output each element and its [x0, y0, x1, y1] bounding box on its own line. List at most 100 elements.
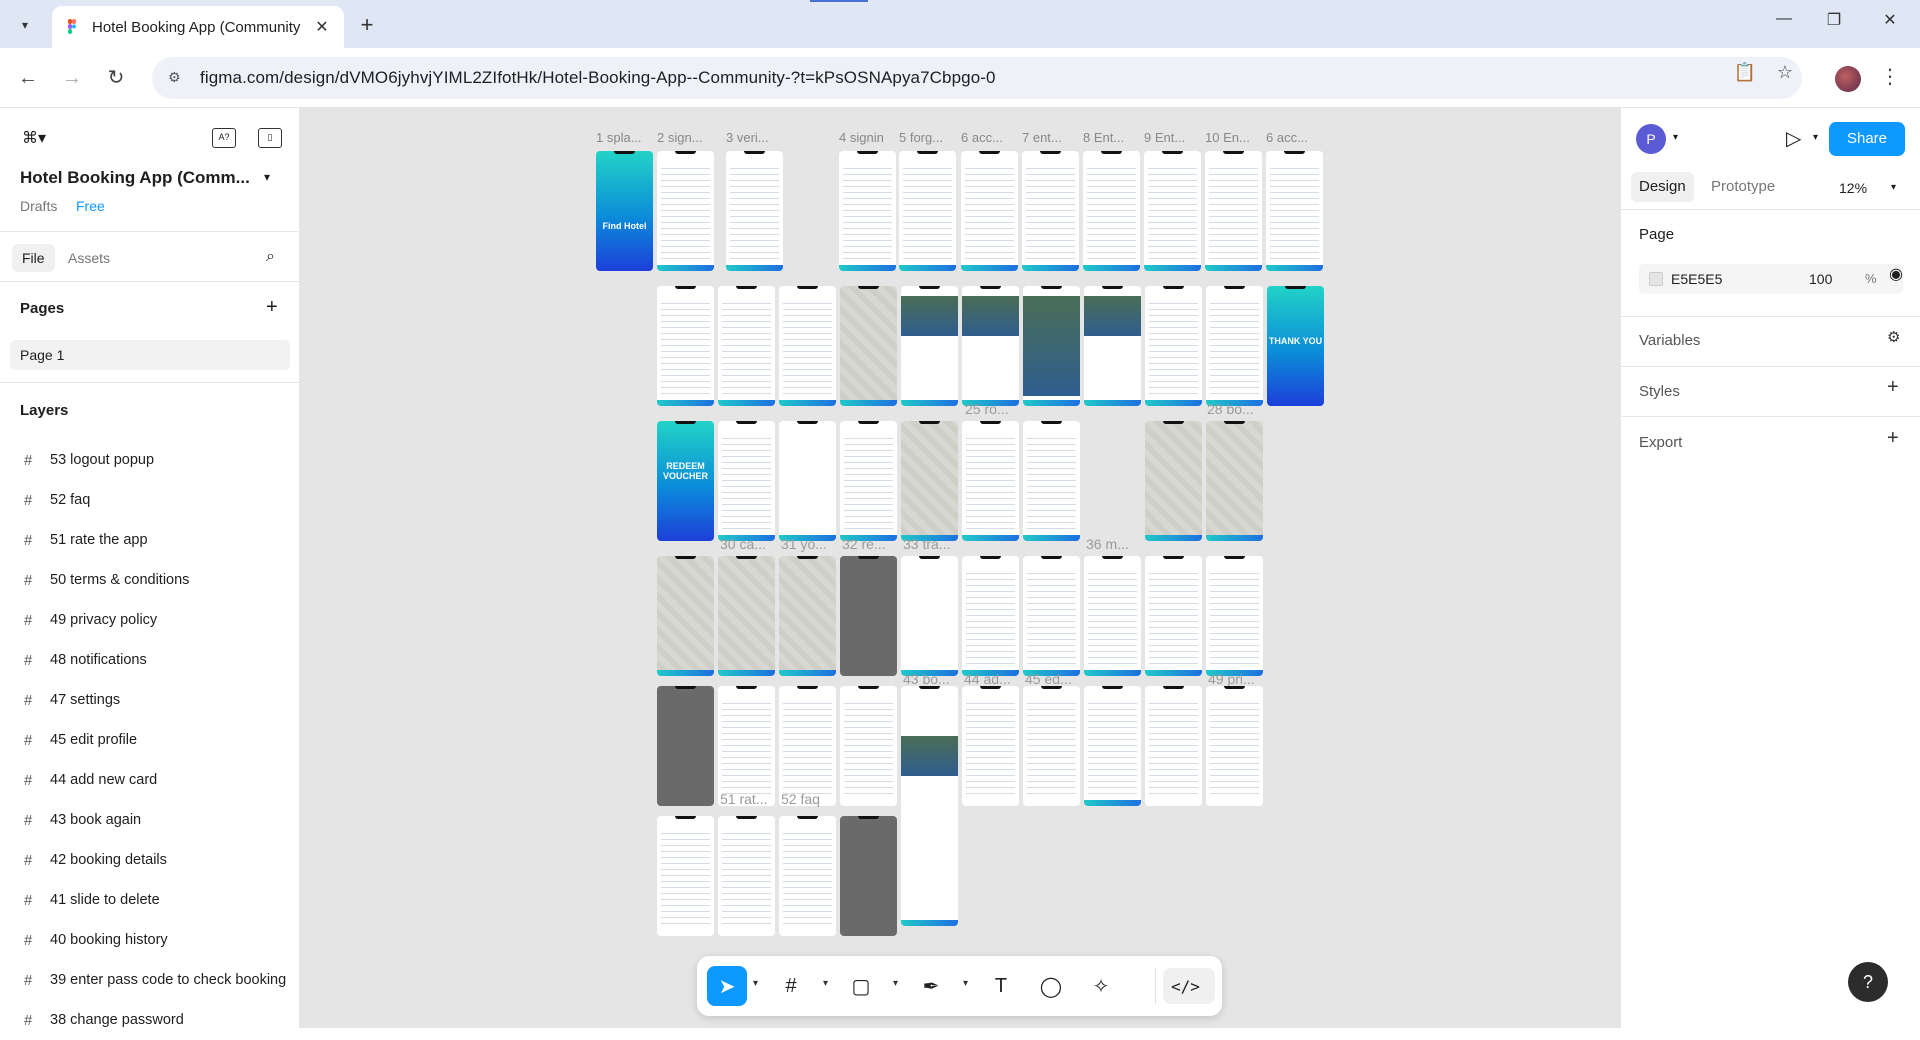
tab-file[interactable]: File — [12, 244, 55, 272]
add-page-icon[interactable]: + — [266, 296, 278, 319]
frame-booking-history[interactable] — [718, 686, 775, 806]
frame-label[interactable]: 3 veri... — [726, 130, 769, 145]
layer-item[interactable]: #49 privacy policy — [0, 600, 300, 640]
frame-settings[interactable] — [1084, 686, 1141, 806]
frame-payment[interactable] — [1206, 286, 1263, 406]
frame-redeem-voucher[interactable]: REDEEM VOUCHER — [657, 421, 714, 541]
share-button[interactable]: Share — [1829, 122, 1905, 156]
frame-label[interactable]: 2 sign... — [657, 130, 703, 145]
frame-map[interactable] — [1145, 421, 1202, 541]
new-tab-button[interactable]: + — [354, 12, 380, 38]
back-icon[interactable]: ← — [14, 64, 42, 92]
pen-tool-icon[interactable]: ✒ — [911, 966, 951, 1006]
browser-profile-avatar[interactable] — [1835, 66, 1861, 92]
frame-screen[interactable] — [1266, 151, 1323, 271]
frame-booking-history[interactable] — [779, 686, 836, 806]
page-opacity[interactable]: 100 — [1809, 271, 1832, 287]
frame-profile[interactable] — [1084, 556, 1141, 676]
comment-tool-icon[interactable]: ◯ — [1031, 966, 1071, 1006]
dev-mode-toggle[interactable]: </> — [1163, 968, 1215, 1004]
zoom-level[interactable]: 12% — [1839, 180, 1867, 196]
clipboard-icon[interactable]: 📋 — [1730, 62, 1760, 83]
page-color-hex[interactable]: E5E5E5 — [1671, 271, 1722, 287]
minimize-icon[interactable]: — — [1764, 10, 1804, 28]
eye-icon[interactable]: ◉ — [1889, 264, 1903, 284]
frame-change-password[interactable] — [1206, 556, 1263, 676]
frame-screen[interactable] — [962, 421, 1019, 541]
frame-notifications[interactable] — [1145, 686, 1202, 806]
layer-item[interactable]: #45 edit profile — [0, 720, 300, 760]
frame-splash[interactable]: Find Hotel — [596, 151, 653, 271]
frame-label[interactable]: 4 signin — [839, 130, 884, 145]
search-icon[interactable]: ⌕ — [266, 248, 275, 266]
frame-screen[interactable] — [1144, 151, 1201, 271]
reload-icon[interactable]: ↻ — [102, 64, 130, 92]
frame-screen[interactable] — [961, 151, 1018, 271]
frame-thank-you[interactable]: THANK YOU — [1267, 286, 1324, 406]
frame-track[interactable] — [901, 556, 958, 676]
frame-map[interactable] — [840, 286, 897, 406]
browser-tab[interactable]: Hotel Booking App (Community ✕ — [52, 6, 344, 48]
frame-hotel-detail[interactable] — [901, 286, 958, 406]
frame-room[interactable] — [962, 286, 1019, 406]
frame-label[interactable]: 5 forg... — [899, 130, 943, 145]
frame-hotel-long[interactable] — [901, 686, 958, 926]
toggle-sidebar-icon[interactable]: ▯ — [258, 128, 282, 148]
frame-screen[interactable] — [779, 286, 836, 406]
color-swatch[interactable] — [1649, 272, 1663, 286]
layer-item[interactable]: #51 rate the app — [0, 520, 300, 560]
layer-item[interactable]: #53 logout popup — [0, 440, 300, 480]
frame-passcode[interactable] — [657, 686, 714, 806]
figma-main-menu-icon[interactable]: ⌘▾ — [22, 128, 46, 148]
ai-assist-icon[interactable]: A? — [212, 128, 236, 148]
text-tool-icon[interactable]: T — [981, 966, 1021, 1006]
help-button[interactable]: ? — [1848, 962, 1888, 1002]
frame-label[interactable]: 6 acc... — [961, 130, 1003, 145]
drafts-link[interactable]: Drafts — [20, 198, 57, 214]
frame-label[interactable]: 10 En... — [1205, 130, 1250, 145]
frame-logout-popup[interactable] — [840, 816, 897, 936]
frame-screen[interactable] — [1084, 286, 1141, 406]
chevron-down-icon[interactable]: ▾ — [823, 978, 828, 989]
forward-icon[interactable]: → — [58, 64, 86, 92]
browser-menu-icon[interactable]: ⋮ — [1880, 64, 1900, 89]
frame-signup[interactable] — [657, 151, 714, 271]
actions-tool-icon[interactable]: ✧ — [1081, 966, 1121, 1006]
frame-edit-profile[interactable] — [1023, 686, 1080, 806]
frame-booking-details[interactable] — [1023, 556, 1080, 676]
close-window-icon[interactable]: ✕ — [1870, 10, 1910, 30]
variables-title[interactable]: Variables — [1639, 332, 1700, 349]
frame-label[interactable]: 9 Ent... — [1144, 130, 1185, 145]
layer-item[interactable]: #42 booking details — [0, 840, 300, 880]
frame-forgot[interactable] — [899, 151, 956, 271]
chevron-down-icon[interactable]: ▾ — [893, 978, 898, 989]
frame-label[interactable]: 1 spla... — [596, 130, 642, 145]
frame-label[interactable]: 6 acc... — [1266, 130, 1308, 145]
page-color-field[interactable]: E5E5E5 100 % — [1639, 264, 1903, 294]
frame-screen[interactable] — [962, 556, 1019, 676]
frame-map[interactable] — [657, 556, 714, 676]
layer-item[interactable]: #50 terms & conditions — [0, 560, 300, 600]
frame-pool[interactable] — [1023, 286, 1080, 406]
frame-screen[interactable] — [1083, 151, 1140, 271]
add-export-icon[interactable]: + — [1887, 427, 1899, 450]
chevron-down-icon[interactable]: ▾ — [1891, 182, 1896, 193]
frame-screen[interactable] — [718, 286, 775, 406]
frame-rate[interactable] — [718, 816, 775, 936]
frame-screen[interactable] — [1205, 151, 1262, 271]
frame-screen[interactable] — [1145, 286, 1202, 406]
frame-map[interactable] — [1206, 421, 1263, 541]
plan-badge[interactable]: Free — [76, 198, 105, 214]
file-name[interactable]: Hotel Booking App (Comm... — [20, 168, 250, 188]
site-info-icon[interactable]: ⚙ — [168, 69, 186, 87]
layer-item[interactable]: #44 add new card — [0, 760, 300, 800]
bookmark-star-icon[interactable]: ☆ — [1770, 62, 1800, 83]
frame-screen[interactable] — [1023, 421, 1080, 541]
tab-prototype[interactable]: Prototype — [1703, 172, 1783, 202]
chevron-down-icon[interactable]: ▾ — [753, 978, 758, 989]
frame-screen[interactable] — [718, 421, 775, 541]
chevron-down-icon[interactable]: ▾ — [1813, 132, 1818, 143]
layer-item[interactable]: #41 slide to delete — [0, 880, 300, 920]
layer-item[interactable]: #38 change password — [0, 1000, 300, 1040]
frame-privacy-policy[interactable] — [1206, 686, 1263, 806]
